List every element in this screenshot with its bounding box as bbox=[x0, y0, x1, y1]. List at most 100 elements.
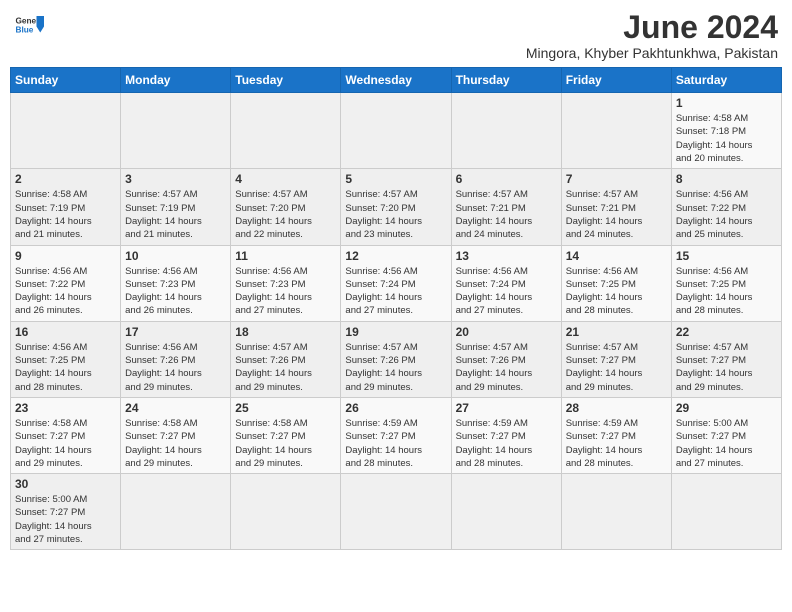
day-number: 23 bbox=[15, 401, 116, 415]
week-row-2: 9 Sunrise: 4:56 AM Sunset: 7:22 PM Daylig… bbox=[11, 245, 782, 321]
day-number: 16 bbox=[15, 325, 116, 339]
calendar-cell: 1Sunrise: 4:58 AM Sunset: 7:18 PM Daylig… bbox=[671, 93, 781, 169]
day-info: Sunrise: 4:56 AM Sunset: 7:24 PM Dayligh… bbox=[345, 265, 446, 318]
day-number: 20 bbox=[456, 325, 557, 339]
calendar-cell: 25Sunrise: 4:58 AM Sunset: 7:27 PM Dayli… bbox=[231, 397, 341, 473]
calendar-cell: 2 Sunrise: 4:58 AM Sunset: 7:19 PM Daylig… bbox=[11, 169, 121, 245]
calendar-cell: 6 Sunrise: 4:57 AM Sunset: 7:21 PM Daylig… bbox=[451, 169, 561, 245]
logo: General Blue bbox=[14, 10, 44, 40]
calendar-cell: 27 Sunrise: 4:59 AM Sunset: 7:27 PM Dayli… bbox=[451, 397, 561, 473]
weekday-tuesday: Tuesday bbox=[231, 68, 341, 93]
calendar-cell: 18 Sunrise: 4:57 AM Sunset: 7:26 PM Dayli… bbox=[231, 321, 341, 397]
calendar-cell: 23Sunrise: 4:58 AM Sunset: 7:27 PM Dayli… bbox=[11, 397, 121, 473]
week-row-0: 1Sunrise: 4:58 AM Sunset: 7:18 PM Daylig… bbox=[11, 93, 782, 169]
calendar-cell bbox=[11, 93, 121, 169]
day-info: Sunrise: 4:57 AM Sunset: 7:26 PM Dayligh… bbox=[235, 341, 336, 394]
day-info: Sunrise: 4:56 AM Sunset: 7:26 PM Dayligh… bbox=[125, 341, 226, 394]
weekday-friday: Friday bbox=[561, 68, 671, 93]
day-info: Sunrise: 4:57 AM Sunset: 7:27 PM Dayligh… bbox=[676, 341, 777, 394]
day-number: 29 bbox=[676, 401, 777, 415]
page-header: General Blue June 2024 Mingora, Khyber P… bbox=[10, 10, 782, 61]
day-number: 18 bbox=[235, 325, 336, 339]
day-info: Sunrise: 4:57 AM Sunset: 7:20 PM Dayligh… bbox=[235, 188, 336, 241]
day-info: Sunrise: 4:59 AM Sunset: 7:27 PM Dayligh… bbox=[456, 417, 557, 470]
day-number: 12 bbox=[345, 249, 446, 263]
calendar-cell bbox=[121, 93, 231, 169]
calendar-cell bbox=[561, 474, 671, 550]
day-number: 7 bbox=[566, 172, 667, 186]
calendar-cell bbox=[341, 93, 451, 169]
day-number: 9 bbox=[15, 249, 116, 263]
day-info: Sunrise: 4:56 AM Sunset: 7:24 PM Dayligh… bbox=[456, 265, 557, 318]
calendar-cell bbox=[451, 93, 561, 169]
day-number: 10 bbox=[125, 249, 226, 263]
calendar-cell: 30Sunrise: 5:00 AM Sunset: 7:27 PM Dayli… bbox=[11, 474, 121, 550]
day-info: Sunrise: 4:56 AM Sunset: 7:23 PM Dayligh… bbox=[125, 265, 226, 318]
month-title: June 2024 bbox=[526, 10, 778, 45]
day-number: 8 bbox=[676, 172, 777, 186]
day-info: Sunrise: 4:58 AM Sunset: 7:19 PM Dayligh… bbox=[15, 188, 116, 241]
calendar-cell: 19Sunrise: 4:57 AM Sunset: 7:26 PM Dayli… bbox=[341, 321, 451, 397]
calendar-cell bbox=[231, 93, 341, 169]
calendar-cell: 29 Sunrise: 5:00 AM Sunset: 7:27 PM Dayli… bbox=[671, 397, 781, 473]
calendar-cell: 11 Sunrise: 4:56 AM Sunset: 7:23 PM Dayli… bbox=[231, 245, 341, 321]
calendar-cell: 26Sunrise: 4:59 AM Sunset: 7:27 PM Dayli… bbox=[341, 397, 451, 473]
day-number: 28 bbox=[566, 401, 667, 415]
day-number: 22 bbox=[676, 325, 777, 339]
day-info: Sunrise: 4:56 AM Sunset: 7:22 PM Dayligh… bbox=[15, 265, 116, 318]
day-info: Sunrise: 4:58 AM Sunset: 7:27 PM Dayligh… bbox=[125, 417, 226, 470]
calendar-cell bbox=[671, 474, 781, 550]
day-info: Sunrise: 5:00 AM Sunset: 7:27 PM Dayligh… bbox=[15, 493, 116, 546]
day-info: Sunrise: 4:56 AM Sunset: 7:22 PM Dayligh… bbox=[676, 188, 777, 241]
day-info: Sunrise: 4:57 AM Sunset: 7:21 PM Dayligh… bbox=[456, 188, 557, 241]
weekday-wednesday: Wednesday bbox=[341, 68, 451, 93]
calendar-cell: 9 Sunrise: 4:56 AM Sunset: 7:22 PM Daylig… bbox=[11, 245, 121, 321]
week-row-4: 23 Sunrise: 4:58 AM Sunset: 7:27 PM Dayli… bbox=[11, 397, 782, 473]
week-row-1: 2 Sunrise: 4:58 AM Sunset: 7:19 PM Daylig… bbox=[11, 169, 782, 245]
calendar-cell: 10 Sunrise: 4:56 AM Sunset: 7:23 PM Dayli… bbox=[121, 245, 231, 321]
day-number: 4 bbox=[235, 172, 336, 186]
calendar-header: SundayMondayTuesdayWednesdayThursdayFrid… bbox=[11, 68, 782, 93]
day-info: Sunrise: 4:57 AM Sunset: 7:27 PM Dayligh… bbox=[566, 341, 667, 394]
day-info: Sunrise: 4:57 AM Sunset: 7:26 PM Dayligh… bbox=[456, 341, 557, 394]
day-info: Sunrise: 4:56 AM Sunset: 7:25 PM Dayligh… bbox=[676, 265, 777, 318]
day-number: 21 bbox=[566, 325, 667, 339]
calendar-cell: 13Sunrise: 4:56 AM Sunset: 7:24 PM Dayli… bbox=[451, 245, 561, 321]
calendar-cell: 20 Sunrise: 4:57 AM Sunset: 7:26 PM Dayli… bbox=[451, 321, 561, 397]
day-number: 15 bbox=[676, 249, 777, 263]
location-subtitle: Mingora, Khyber Pakhtunkhwa, Pakistan bbox=[526, 45, 778, 61]
day-number: 27 bbox=[456, 401, 557, 415]
day-number: 2 bbox=[15, 172, 116, 186]
calendar-cell: 17 Sunrise: 4:56 AM Sunset: 7:26 PM Dayli… bbox=[121, 321, 231, 397]
calendar-cell: 15 Sunrise: 4:56 AM Sunset: 7:25 PM Dayli… bbox=[671, 245, 781, 321]
calendar-cell bbox=[121, 474, 231, 550]
day-number: 26 bbox=[345, 401, 446, 415]
calendar-cell: 5 Sunrise: 4:57 AM Sunset: 7:20 PM Daylig… bbox=[341, 169, 451, 245]
day-info: Sunrise: 4:56 AM Sunset: 7:23 PM Dayligh… bbox=[235, 265, 336, 318]
day-info: Sunrise: 4:57 AM Sunset: 7:20 PM Dayligh… bbox=[345, 188, 446, 241]
weekday-saturday: Saturday bbox=[671, 68, 781, 93]
day-number: 24 bbox=[125, 401, 226, 415]
calendar-cell bbox=[561, 93, 671, 169]
day-info: Sunrise: 5:00 AM Sunset: 7:27 PM Dayligh… bbox=[676, 417, 777, 470]
calendar-cell: 21 Sunrise: 4:57 AM Sunset: 7:27 PM Dayli… bbox=[561, 321, 671, 397]
calendar-cell: 22 Sunrise: 4:57 AM Sunset: 7:27 PM Dayli… bbox=[671, 321, 781, 397]
day-number: 11 bbox=[235, 249, 336, 263]
weekday-monday: Monday bbox=[121, 68, 231, 93]
day-info: Sunrise: 4:57 AM Sunset: 7:19 PM Dayligh… bbox=[125, 188, 226, 241]
calendar-cell: 7Sunrise: 4:57 AM Sunset: 7:21 PM Daylig… bbox=[561, 169, 671, 245]
weekday-sunday: Sunday bbox=[11, 68, 121, 93]
week-row-3: 16Sunrise: 4:56 AM Sunset: 7:25 PM Dayli… bbox=[11, 321, 782, 397]
day-number: 17 bbox=[125, 325, 226, 339]
calendar-cell: 4 Sunrise: 4:57 AM Sunset: 7:20 PM Daylig… bbox=[231, 169, 341, 245]
weekday-row: SundayMondayTuesdayWednesdayThursdayFrid… bbox=[11, 68, 782, 93]
day-number: 3 bbox=[125, 172, 226, 186]
day-info: Sunrise: 4:58 AM Sunset: 7:18 PM Dayligh… bbox=[676, 112, 777, 165]
svg-text:Blue: Blue bbox=[16, 26, 34, 35]
day-info: Sunrise: 4:56 AM Sunset: 7:25 PM Dayligh… bbox=[566, 265, 667, 318]
day-number: 6 bbox=[456, 172, 557, 186]
day-number: 5 bbox=[345, 172, 446, 186]
day-number: 25 bbox=[235, 401, 336, 415]
calendar-cell: 24 Sunrise: 4:58 AM Sunset: 7:27 PM Dayli… bbox=[121, 397, 231, 473]
logo-icon: General Blue bbox=[14, 10, 44, 40]
